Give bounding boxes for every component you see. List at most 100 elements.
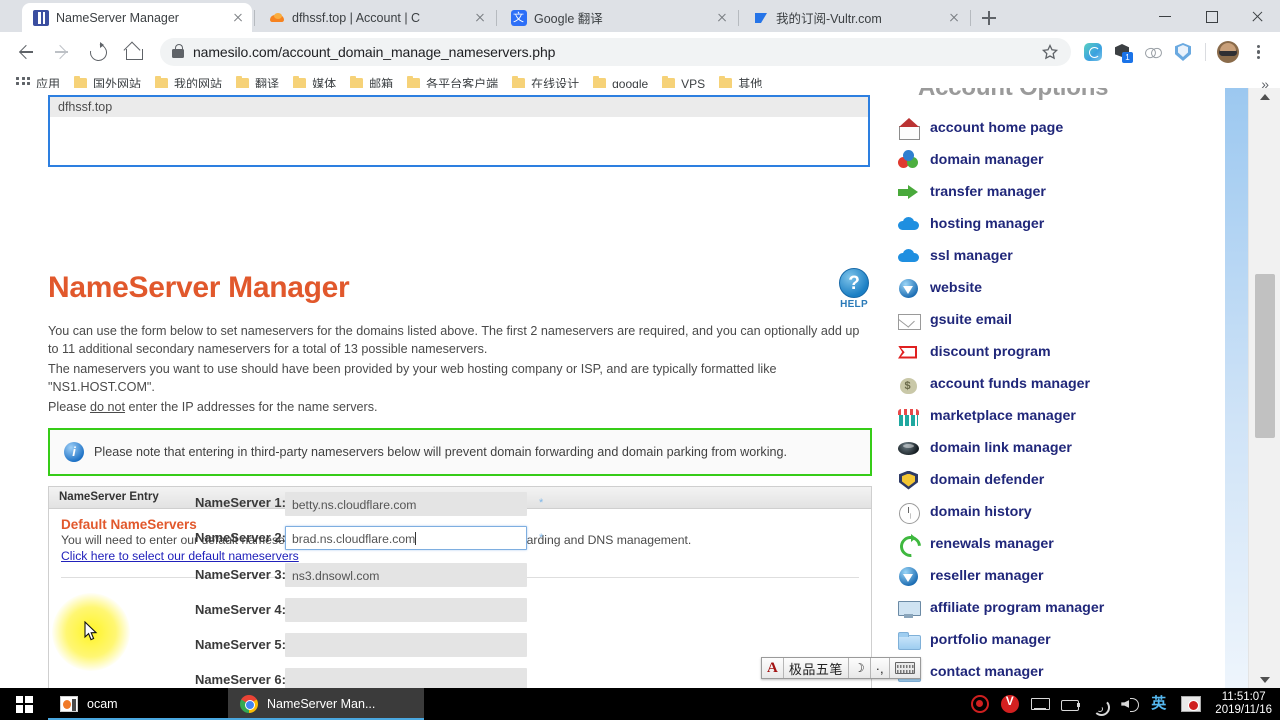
close-window-icon[interactable] [1234,0,1280,32]
close-icon[interactable] [714,10,730,26]
back-icon[interactable] [11,37,41,67]
browser-toolbar: namesilo.com/account_domain_manage_names… [0,32,1280,72]
sidebar-item-account-funds-manager[interactable]: account funds manager [898,372,1090,396]
windows-logo-icon [15,695,33,713]
blue-cloud-icon [898,214,919,235]
sidebar-item-renewals-manager[interactable]: renewals manager [898,532,1054,556]
nameserver-2-value: brad.ns.cloudflare.com [292,532,416,546]
minimize-icon[interactable] [1142,0,1188,32]
ime-toolbar[interactable]: A 极品五笔 ☽ ·, [761,657,921,679]
nameserver-4-label: NameServer 4: [194,602,286,617]
close-icon[interactable] [946,10,962,26]
tab-nameserver-manager[interactable]: NameServer Manager [22,3,252,32]
domain-list-item[interactable]: dfhssf.top [50,97,868,117]
sidebar-item-label: marketplace manager [930,408,1076,424]
taskbar-item-ocam[interactable]: ocam [48,688,228,720]
sidebar-item-discount-program[interactable]: discount program [898,340,1051,364]
tab-title: Google 翻译 [534,12,603,26]
home-icon[interactable] [119,37,149,67]
new-tab-button[interactable] [978,7,1000,29]
sidebar-item-domain-history[interactable]: domain history [898,500,1032,524]
address-bar[interactable]: namesilo.com/account_domain_manage_names… [160,38,1071,66]
window-controls [1142,0,1280,32]
recorder-icon[interactable] [971,695,990,713]
namesilo-icon [33,9,49,26]
sidebar-item-label: gsuite email [930,312,1013,328]
extension-teal-icon[interactable] [1079,38,1107,66]
scroll-up-icon[interactable] [1249,88,1280,105]
reload-icon[interactable] [83,37,113,67]
nameserver-1-required: * [539,497,544,509]
nameserver-1-label: NameServer 1: [194,495,286,510]
vertical-scrollbar[interactable] [1248,88,1280,688]
envelope-icon [898,310,921,331]
domain-list-box[interactable]: dfhssf.top [48,95,870,167]
tab-dfhssf-account[interactable]: dfhssf.top | Account | C [258,3,494,32]
moon-icon[interactable]: ☽ [849,658,871,678]
extension-shield-icon[interactable] [1169,38,1197,66]
nameserver-2-required: * [539,532,544,544]
sidebar-item-label: domain manager [930,152,1044,168]
avatar[interactable] [1214,38,1242,66]
nameserver-4-input[interactable] [285,598,527,622]
wifi-icon[interactable] [1091,695,1109,713]
maximize-icon[interactable] [1188,0,1234,32]
v2ray-icon[interactable] [1001,694,1020,713]
ime-mode-button[interactable]: A [762,658,784,678]
page-content: dfhssf.top NameServer Manager ? HELP You… [0,88,1225,688]
sidebar-item-website[interactable]: website [898,276,982,300]
clock[interactable]: 11:51:07 2019/11/16 [1213,691,1272,717]
globe-icon [898,278,919,299]
battery-icon[interactable] [1061,695,1080,713]
sidebar-item-ssl-manager[interactable]: ssl manager [898,244,1013,268]
lock-icon [172,43,184,58]
screen-record-icon[interactable] [1181,696,1202,712]
scroll-down-icon[interactable] [1249,671,1280,688]
sidebar-title: Account Options [918,88,1109,102]
close-icon[interactable] [472,10,488,26]
ime-english-icon[interactable]: 英 [1151,695,1169,713]
sidebar-item-hosting-manager[interactable]: hosting manager [898,212,1044,236]
globe-icon [898,566,919,587]
keyboard-icon[interactable] [890,658,920,678]
extension-box-icon[interactable]: 1 [1109,38,1137,66]
scrollbar-thumb[interactable] [1255,274,1275,438]
sidebar-item-transfer-manager[interactable]: transfer manager [898,180,1046,204]
nameserver-3-input[interactable]: ns3.dnsowl.com [285,563,527,587]
forward-icon [47,37,77,67]
nameserver-6-input[interactable] [285,668,527,688]
nameserver-3-label: NameServer 3: [194,567,286,582]
sidebar-item-label: discount program [930,344,1051,360]
p3-pre: Please [48,400,91,414]
nameserver-2-input[interactable]: brad.ns.cloudflare.com [285,526,527,550]
display-icon[interactable] [1031,695,1051,713]
nameserver-1-input[interactable]: betty.ns.cloudflare.com [285,492,527,516]
nameserver-row-3: NameServer 3: [48,564,286,592]
google-translate-icon [511,9,527,26]
tab-vultr[interactable]: 我的订阅-Vultr.com [742,3,968,32]
start-button[interactable] [0,688,48,720]
sidebar-item-gsuite-email[interactable]: gsuite email [898,308,1012,332]
tab-google-translate[interactable]: Google 翻译 [500,3,736,32]
chrome-icon [240,695,258,713]
nameserver-5-input[interactable] [285,633,527,657]
volume-icon[interactable] [1121,695,1140,713]
star-icon[interactable] [1041,43,1059,61]
page-viewport: dfhssf.top NameServer Manager ? HELP You… [0,88,1280,688]
sidebar-item-account-home-page[interactable]: account home page [898,116,1063,140]
extension-clip-icon[interactable] [1139,38,1167,66]
sidebar-item-reseller-manager[interactable]: reseller manager [898,564,1044,588]
ime-name-label[interactable]: 极品五笔 [784,658,849,678]
help-button[interactable]: ? HELP [833,268,875,310]
close-icon[interactable] [230,10,246,26]
sidebar-item-domain-manager[interactable]: domain manager [898,148,1044,172]
sidebar-item-domain-defender[interactable]: domain defender [898,468,1044,492]
sidebar-item-portfolio-manager[interactable]: portfolio manager [898,628,1051,652]
sidebar-item-marketplace-manager[interactable]: marketplace manager [898,404,1076,428]
sidebar-item-domain-link-manager[interactable]: domain link manager [898,436,1072,460]
sidebar-item-affiliate-program-manager[interactable]: affiliate program manager [898,596,1104,620]
taskbar-item-chrome[interactable]: NameServer Man... [228,688,424,720]
kebab-menu-icon[interactable] [1244,38,1272,66]
ime-punctuation-button[interactable]: ·, [871,658,890,678]
taskbar-item-label: ocam [87,697,118,711]
